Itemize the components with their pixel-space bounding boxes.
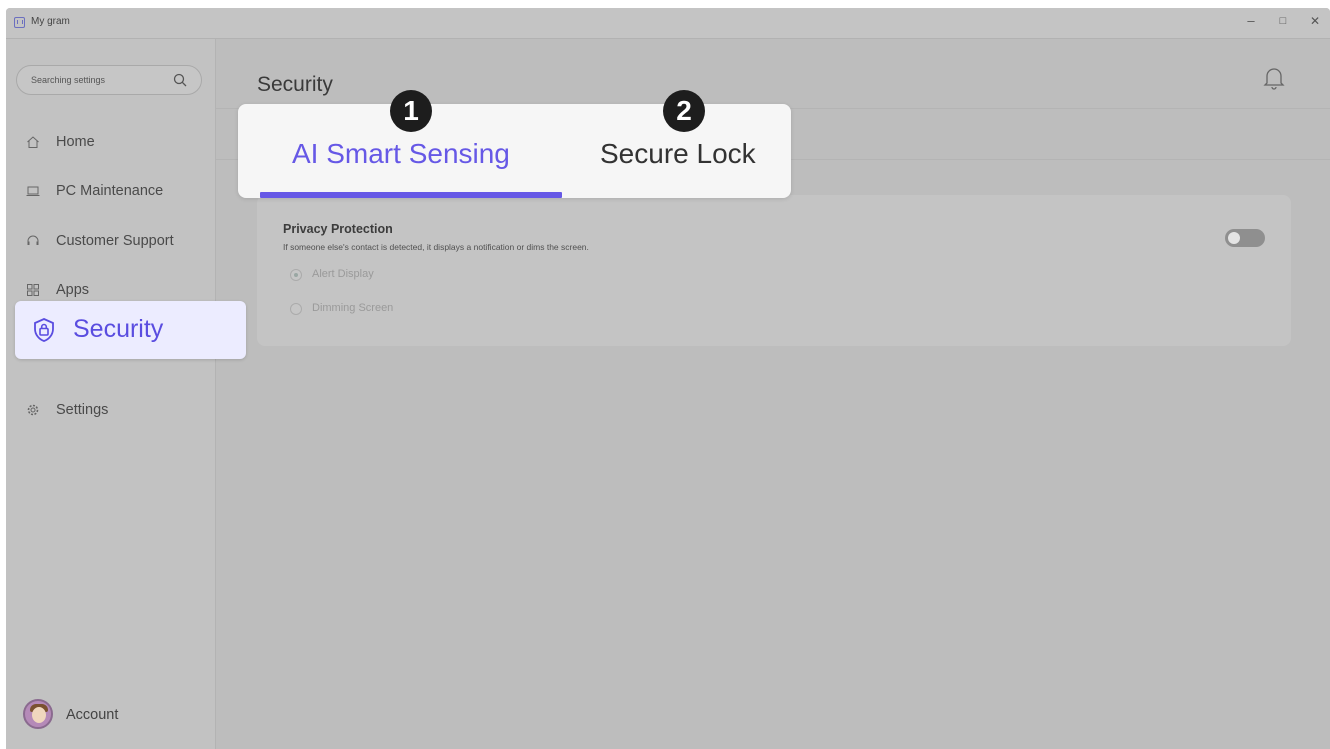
bell-icon[interactable]: [1262, 65, 1286, 91]
search-placeholder: Searching settings: [31, 75, 106, 85]
sidebar-item-label: Apps: [56, 282, 90, 298]
avatar: [23, 699, 53, 729]
callout-badge-1: 1: [390, 90, 432, 132]
main-content: Security AI Smart Sensing Secure Lock 1 …: [216, 39, 1330, 749]
app-window: My gram – □ ✕ Searching settings Home PC…: [6, 8, 1330, 749]
callout-badge-2: 2: [663, 90, 705, 132]
maximize-button[interactable]: □: [1274, 12, 1292, 30]
radio-button[interactable]: [290, 269, 302, 281]
headset-icon: [27, 235, 39, 245]
account-label: Account: [66, 707, 119, 723]
shield-lock-icon: [34, 318, 54, 342]
sidebar-item-pc-maintenance[interactable]: PC Maintenance: [6, 176, 215, 206]
app-logo-icon: [14, 17, 25, 28]
card-title: Privacy Protection: [283, 222, 393, 236]
sidebar-item-customer-support[interactable]: Customer Support: [6, 226, 215, 256]
minimize-button[interactable]: –: [1242, 12, 1260, 30]
sidebar-item-label: Home: [56, 134, 95, 150]
sidebar-item-label: Customer Support: [56, 233, 174, 249]
radio-label: Dimming Screen: [312, 302, 394, 314]
tab-secure-lock[interactable]: Secure Lock: [600, 138, 756, 170]
sidebar: Searching settings Home PC Maintenance C…: [6, 39, 216, 749]
privacy-protection-toggle[interactable]: [1225, 229, 1265, 247]
laptop-icon: [26, 186, 40, 196]
gear-icon: [27, 404, 39, 416]
sidebar-item-home[interactable]: Home: [6, 127, 215, 157]
window-title: My gram: [31, 16, 70, 27]
radio-label: Alert Display: [312, 268, 374, 280]
search-icon[interactable]: [173, 73, 187, 87]
radio-button[interactable]: [290, 303, 302, 315]
toggle-knob: [1228, 232, 1240, 244]
sidebar-item-settings[interactable]: Settings: [6, 395, 215, 425]
privacy-protection-card: Privacy Protection If someone else's con…: [257, 195, 1291, 346]
home-icon: [27, 136, 39, 148]
page-title: Security: [257, 73, 333, 96]
search-input[interactable]: Searching settings: [16, 65, 202, 95]
close-button[interactable]: ✕: [1306, 12, 1324, 30]
sidebar-item-security[interactable]: Security: [15, 301, 246, 359]
account-button[interactable]: Account: [6, 697, 215, 737]
card-description: If someone else's contact is detected, i…: [283, 242, 589, 252]
apps-grid-icon: [27, 284, 39, 296]
sidebar-item-label: Settings: [56, 402, 109, 418]
active-tab-indicator: [260, 192, 562, 198]
tab-bar: AI Smart Sensing Secure Lock: [238, 104, 791, 198]
sidebar-item-label: PC Maintenance: [56, 183, 164, 199]
tab-ai-smart-sensing[interactable]: AI Smart Sensing: [292, 138, 510, 170]
sidebar-item-label: Security: [73, 315, 164, 343]
title-bar: My gram – □ ✕: [6, 8, 1330, 39]
